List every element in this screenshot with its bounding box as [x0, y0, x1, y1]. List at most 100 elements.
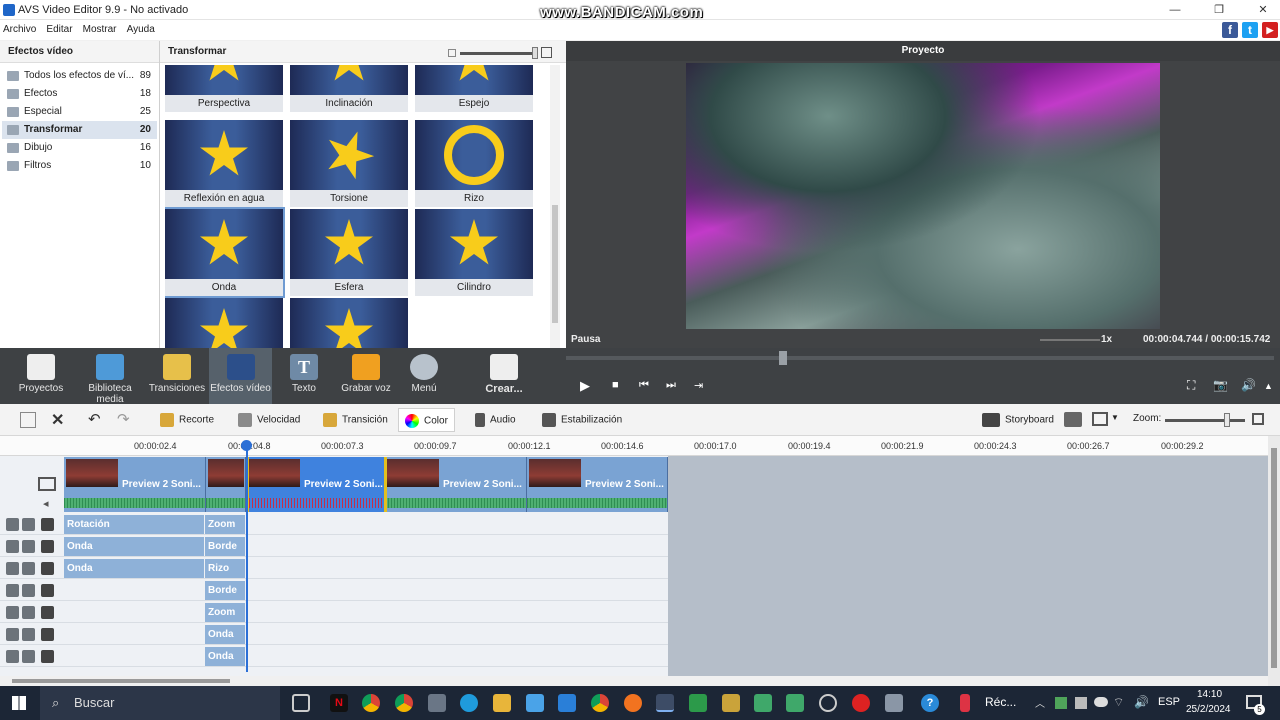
select-all-icon[interactable]: [20, 412, 36, 428]
tray-app-icon[interactable]: [1055, 697, 1067, 709]
taskbar-label[interactable]: Réc...: [985, 695, 1016, 709]
play-icon[interactable]: ▶: [580, 378, 590, 394]
category-filtros[interactable]: Filtros 10: [2, 157, 157, 175]
youtube-icon[interactable]: ▶: [1262, 22, 1278, 38]
fit-timeline-icon[interactable]: [1252, 413, 1264, 425]
app-icon[interactable]: [689, 694, 707, 712]
network-icon[interactable]: ⌔: [1113, 695, 1124, 710]
eye-icon[interactable]: [6, 518, 19, 531]
timeline-hscrollbar[interactable]: [0, 676, 1268, 686]
seek-bar[interactable]: [566, 356, 1274, 360]
scrollbar-thumb[interactable]: [1271, 448, 1277, 668]
effect-tile-onda[interactable]: Onda: [165, 207, 285, 298]
volume-up-icon[interactable]: ▲: [1264, 381, 1273, 391]
redo-icon[interactable]: ↷: [117, 410, 130, 428]
lock-icon[interactable]: [22, 518, 35, 531]
facebook-icon[interactable]: f: [1222, 22, 1238, 38]
effect-block[interactable]: Zoom: [205, 603, 245, 622]
dropdown-arrow-icon[interactable]: ▼: [1111, 413, 1119, 422]
star-track-icon[interactable]: [41, 540, 54, 553]
volume-icon[interactable]: 🔊: [1134, 695, 1149, 709]
effects-scrollbar[interactable]: [550, 65, 560, 348]
grabar-voz-button[interactable]: Grabar voz: [338, 348, 394, 404]
eye-icon[interactable]: [6, 650, 19, 663]
crear-button[interactable]: Crear...: [478, 348, 530, 404]
proyectos-button[interactable]: Proyectos: [16, 348, 66, 404]
app-icon[interactable]: [722, 694, 740, 712]
effect-tile-inclinacion[interactable]: Inclinación: [290, 65, 408, 112]
lock-icon[interactable]: [22, 562, 35, 575]
storyboard-button[interactable]: Storyboard: [982, 413, 1054, 427]
playhead[interactable]: [246, 442, 248, 672]
next-frame-icon[interactable]: ⏭: [666, 379, 676, 392]
video-preview[interactable]: [686, 63, 1160, 329]
firefox-icon[interactable]: [624, 694, 642, 712]
time-ruler[interactable]: 00:00:02.4 00:00:04.8 00:00:07.3 00:00:0…: [0, 436, 1268, 456]
lock-icon[interactable]: [22, 628, 35, 641]
effect-tile-espejo[interactable]: Espejo: [415, 65, 533, 112]
star-track-icon[interactable]: [41, 584, 54, 597]
category-all[interactable]: Todos los efectos de ví... 89: [2, 67, 157, 85]
slider-handle[interactable]: [532, 47, 538, 59]
restore-button[interactable]: ❐: [1204, 0, 1234, 20]
effect-tile-partial[interactable]: [165, 298, 283, 348]
menu-editar[interactable]: Editar: [46, 24, 72, 35]
snapshot-icon[interactable]: 📷: [1213, 378, 1228, 392]
chrome-icon-2[interactable]: [395, 694, 413, 712]
bandicam-icon[interactable]: [852, 694, 870, 712]
lock-icon[interactable]: [22, 540, 35, 553]
app-icon[interactable]: [786, 694, 804, 712]
effect-block[interactable]: Onda: [205, 625, 245, 644]
transiciones-button[interactable]: Transiciones: [148, 348, 206, 404]
display-icon[interactable]: [1092, 412, 1108, 426]
eye-icon[interactable]: [6, 540, 19, 553]
menu-mostrar[interactable]: Mostrar: [83, 24, 117, 35]
effect-block[interactable]: Onda: [205, 647, 245, 666]
cloud-icon[interactable]: [1094, 697, 1108, 707]
effect-block[interactable]: Onda: [64, 537, 204, 556]
obs-icon[interactable]: [819, 694, 837, 712]
avs-video-editor-icon[interactable]: [656, 694, 674, 712]
video-clip-selected[interactable]: Preview 2 Soni...: [246, 457, 385, 512]
timeline-vscrollbar[interactable]: [1268, 436, 1280, 686]
file-explorer-icon[interactable]: [493, 694, 511, 712]
effect-tile-perspectiva[interactable]: Perspectiva: [165, 65, 283, 112]
eye-icon[interactable]: [6, 584, 19, 597]
effect-block[interactable]: Zoom: [205, 515, 245, 534]
help-icon[interactable]: ?: [921, 694, 939, 712]
previous-frame-icon[interactable]: ⏮: [639, 379, 649, 392]
app-icon[interactable]: [754, 694, 772, 712]
texto-button[interactable]: T Texto: [282, 348, 326, 404]
seek-handle[interactable]: [779, 351, 787, 365]
audio-button[interactable]: Audio: [475, 413, 516, 427]
video-clip[interactable]: Preview 2 Soni...: [385, 457, 527, 512]
star-track-icon[interactable]: [41, 606, 54, 619]
velocidad-button[interactable]: Velocidad: [238, 413, 300, 427]
color-button[interactable]: Color: [398, 408, 455, 432]
taskbar-search[interactable]: Buscar: [40, 686, 280, 720]
estabilizacion-button[interactable]: Estabilización: [542, 413, 622, 427]
playhead-handle[interactable]: [241, 440, 252, 451]
recorte-button[interactable]: Recorte: [160, 413, 214, 427]
eye-icon[interactable]: [6, 606, 19, 619]
language-indicator[interactable]: ESP: [1158, 696, 1180, 708]
star-track-icon[interactable]: [41, 650, 54, 663]
fullscreen-icon[interactable]: ⛶: [1187, 378, 1195, 393]
close-button[interactable]: ✕: [1248, 0, 1278, 20]
effect-block[interactable]: Borde: [205, 581, 245, 600]
thumbnail-size-slider[interactable]: [460, 52, 536, 55]
store-icon[interactable]: [526, 694, 544, 712]
effect-block[interactable]: Rizo: [205, 559, 245, 578]
category-efectos[interactable]: Efectos 18: [2, 85, 157, 103]
clock-date[interactable]: 25/2/2024: [1186, 704, 1231, 715]
efectos-video-button[interactable]: Efectos vídeo: [209, 348, 272, 404]
effect-tile-esfera[interactable]: Esfera: [290, 209, 408, 296]
lock-icon[interactable]: [22, 650, 35, 663]
effect-tile-torsione[interactable]: Torsione: [290, 120, 408, 207]
chrome-icon-3[interactable]: [591, 694, 609, 712]
task-view-icon[interactable]: [292, 694, 310, 712]
menu-ayuda[interactable]: Ayuda: [127, 24, 155, 35]
eye-icon[interactable]: [6, 628, 19, 641]
scrollbar-thumb[interactable]: [12, 679, 230, 683]
netflix-icon[interactable]: N: [330, 694, 348, 712]
